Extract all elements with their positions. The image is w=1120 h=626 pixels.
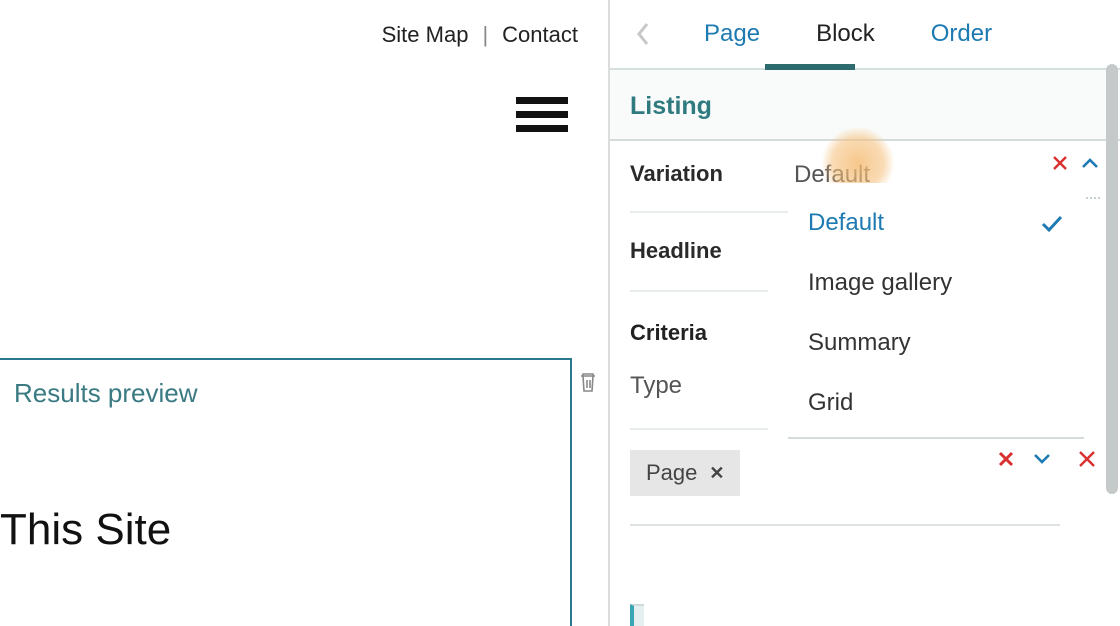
active-tab-indicator <box>765 64 855 70</box>
nav-sitemap[interactable]: Site Map <box>382 22 469 48</box>
chevron-up-icon[interactable] <box>1080 156 1100 170</box>
type-label: Type <box>630 348 768 430</box>
criteria-label: Criteria <box>630 292 790 348</box>
site-heading: This Site <box>0 505 171 555</box>
type-trailing-icons <box>998 450 1096 468</box>
nav-divider: | <box>482 22 488 48</box>
option-grid[interactable]: Grid <box>788 373 1084 433</box>
nav-contact[interactable]: Contact <box>502 22 578 48</box>
variation-label: Variation <box>630 141 790 213</box>
type-chip-page[interactable]: Page ✕ <box>630 450 740 496</box>
section-title-listing: Listing <box>610 70 1120 141</box>
trash-icon[interactable] <box>578 370 598 394</box>
chevron-down-icon[interactable] <box>1032 452 1052 466</box>
content-preview-pane: Site Map | Contact Results preview This … <box>0 0 610 626</box>
left-field-labels: Headline Criteria Type <box>630 214 790 430</box>
option-default[interactable]: Default <box>788 193 1084 253</box>
type-value-row: Page ✕ <box>630 450 1100 496</box>
type-clear-icon[interactable] <box>998 451 1014 467</box>
option-image-gallery[interactable]: Image gallery <box>788 253 1084 313</box>
check-icon <box>1040 213 1064 233</box>
menu-icon[interactable] <box>516 97 568 139</box>
variation-dropdown: Default Image gallery Summary Grid <box>788 183 1084 439</box>
settings-panel: Page Block Order Listing Variation <box>610 0 1120 626</box>
back-icon[interactable] <box>634 20 652 48</box>
option-image-gallery-label: Image gallery <box>808 269 952 297</box>
option-grid-label: Grid <box>808 389 853 417</box>
add-section-marker[interactable] <box>630 604 644 626</box>
variation-input-icons <box>1052 155 1100 171</box>
type-chip-label: Page <box>646 460 697 486</box>
scrollbar[interactable] <box>1106 14 1118 594</box>
delete-criterion-icon[interactable] <box>1078 450 1096 468</box>
top-nav: Site Map | Contact <box>382 22 578 48</box>
chip-remove-icon[interactable]: ✕ <box>709 463 724 484</box>
tab-block[interactable]: Block <box>812 20 879 48</box>
tabs: Page Block Order <box>610 0 1120 70</box>
scrollbar-thumb[interactable] <box>1106 64 1118 494</box>
option-default-label: Default <box>808 209 884 237</box>
option-summary[interactable]: Summary <box>788 313 1084 373</box>
clear-icon[interactable] <box>1052 155 1068 171</box>
headline-label: Headline <box>630 214 768 292</box>
tab-page[interactable]: Page <box>700 20 764 48</box>
panel-body: Variation Default <box>610 141 1120 526</box>
results-preview-block[interactable]: Results preview <box>0 358 572 626</box>
option-summary-label: Summary <box>808 329 911 357</box>
criteria-separator <box>630 524 1060 526</box>
tab-order[interactable]: Order <box>927 20 996 48</box>
preview-title: Results preview <box>14 378 550 409</box>
